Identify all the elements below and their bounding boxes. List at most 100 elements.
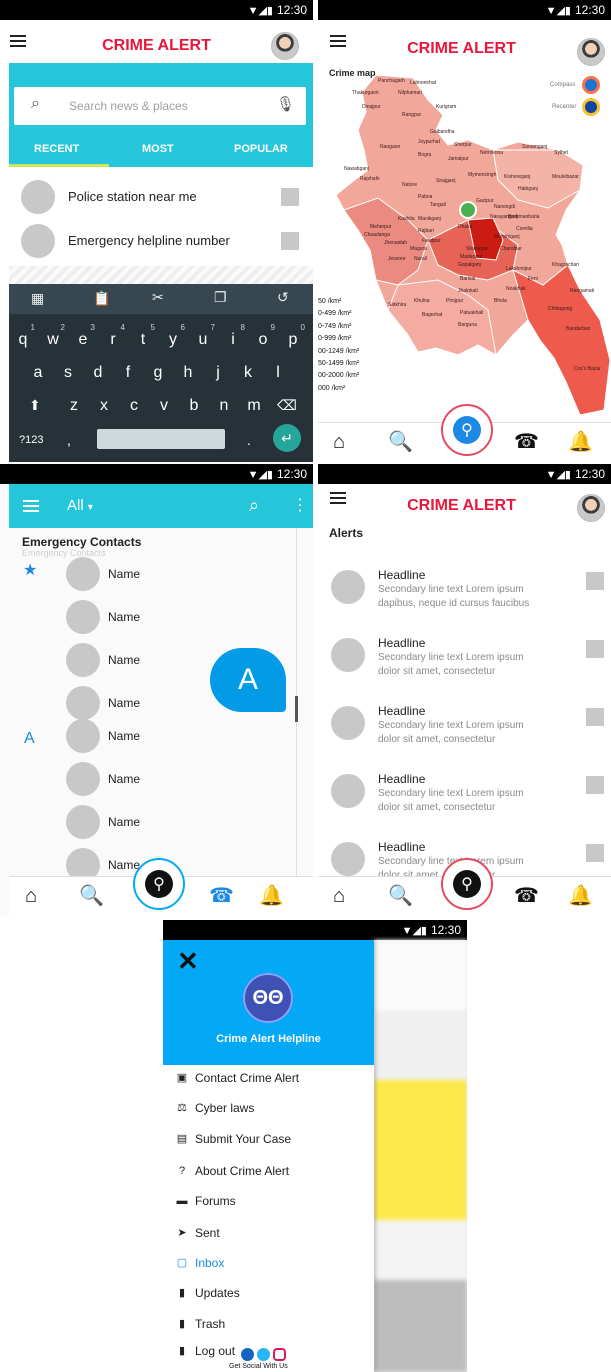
space-bar[interactable] bbox=[97, 429, 225, 449]
avatar[interactable] bbox=[577, 38, 605, 66]
table-row[interactable]: Name bbox=[66, 600, 206, 636]
drawer-item-cyber-laws[interactable]: ⚖ Cyber laws bbox=[175, 1099, 365, 1119]
key-c[interactable]: c bbox=[124, 397, 144, 415]
key-d[interactable]: d bbox=[88, 364, 108, 382]
location-fab[interactable]: ⚲ bbox=[441, 404, 493, 456]
drawer-item-inbox[interactable]: ▢ Inbox bbox=[175, 1254, 365, 1274]
drawer-item-updates[interactable]: ▮ Updates bbox=[175, 1284, 365, 1304]
list-item[interactable]: Headline Secondary line text Lorem ipsum d… bbox=[318, 698, 611, 758]
avatar[interactable] bbox=[577, 494, 605, 522]
drawer-item-submit-your-case[interactable]: ▤ Submit Your Case bbox=[175, 1130, 365, 1150]
key-a[interactable]: a bbox=[28, 364, 48, 382]
search-person-icon[interactable]: 🔍 bbox=[79, 885, 104, 907]
keypad-icon[interactable]: ▦ bbox=[31, 290, 44, 307]
key-u[interactable]: u7 bbox=[193, 323, 215, 349]
key-q[interactable]: q1 bbox=[13, 323, 35, 349]
drawer-item-about-crime-alert[interactable]: ? About Crime Alert bbox=[175, 1162, 365, 1182]
home-icon[interactable]: ⌂ bbox=[25, 885, 37, 907]
tab-recent[interactable]: RECENT bbox=[34, 143, 79, 155]
key-y[interactable]: y6 bbox=[163, 323, 185, 349]
alert-action-icon[interactable] bbox=[586, 708, 604, 726]
drawer-item-forums[interactable]: ▬ Forums bbox=[175, 1192, 365, 1212]
list-item[interactable]: Headline Secondary line text Lorem ipsum d… bbox=[318, 766, 611, 826]
table-row[interactable]: Name bbox=[66, 762, 206, 798]
crime-map[interactable]: Panchagarh Thakurgaon Nilphamari Lalmonirha… bbox=[318, 70, 611, 420]
table-row[interactable]: Name bbox=[66, 643, 206, 679]
shift-key[interactable]: ⬆ bbox=[29, 397, 41, 414]
key-x[interactable]: x bbox=[94, 397, 114, 415]
key-r[interactable]: r4 bbox=[103, 323, 125, 349]
more-icon[interactable]: ⋮ bbox=[292, 495, 308, 515]
key-w[interactable]: w2 bbox=[43, 323, 65, 349]
period-key[interactable]: . bbox=[247, 432, 251, 448]
table-row[interactable]: Name bbox=[66, 719, 206, 755]
key-z[interactable]: z bbox=[64, 397, 84, 415]
list-item[interactable]: Headline Secondary line text Lorem ipsum d… bbox=[318, 562, 611, 622]
key-p[interactable]: p0 bbox=[283, 323, 305, 349]
search-person-icon[interactable]: 🔍 bbox=[388, 431, 413, 453]
microphone-icon[interactable]: 🎙 bbox=[276, 95, 295, 113]
cut-icon[interactable]: ✂ bbox=[152, 289, 164, 306]
alert-icon[interactable]: 🔔 bbox=[568, 885, 593, 907]
facebook-icon[interactable] bbox=[241, 1348, 254, 1361]
key-k[interactable]: k bbox=[238, 364, 258, 382]
tab-most[interactable]: MOST bbox=[142, 143, 174, 155]
key-s[interactable]: s bbox=[58, 364, 78, 382]
table-row[interactable]: Name bbox=[66, 557, 206, 593]
list-item[interactable]: Police station near me bbox=[9, 178, 313, 216]
search-box[interactable]: ⌕ Search news & places 🎙 bbox=[14, 87, 306, 125]
copy-icon[interactable]: ❐ bbox=[214, 289, 227, 306]
twitter-icon[interactable] bbox=[257, 1348, 271, 1361]
key-v[interactable]: v bbox=[154, 397, 174, 415]
key-g[interactable]: g bbox=[148, 364, 168, 382]
alert-action-icon[interactable] bbox=[586, 640, 604, 658]
key-f[interactable]: f bbox=[118, 364, 138, 382]
drawer-item-trash[interactable]: ▮ Trash bbox=[175, 1315, 365, 1335]
location-fab[interactable]: ⚲ bbox=[441, 858, 493, 910]
comma-key[interactable]: , bbox=[67, 432, 71, 448]
close-icon[interactable]: ✕ bbox=[177, 946, 199, 977]
key-j[interactable]: j bbox=[208, 364, 228, 382]
table-row[interactable]: Name bbox=[66, 686, 206, 722]
contacts-icon[interactable]: ☎ bbox=[514, 885, 539, 907]
alert-icon[interactable]: 🔔 bbox=[259, 885, 284, 907]
undo-icon[interactable]: ↺ bbox=[277, 289, 289, 306]
list-item[interactable]: Emergency helpline number bbox=[9, 222, 313, 260]
home-icon[interactable]: ⌂ bbox=[333, 431, 345, 453]
alert-action-icon[interactable] bbox=[586, 572, 604, 590]
suggestion-action-icon[interactable] bbox=[281, 188, 299, 206]
key-e[interactable]: e3 bbox=[73, 323, 95, 349]
search-person-icon[interactable]: 🔍 bbox=[388, 885, 413, 907]
list-item[interactable]: Headline Secondary line text Lorem ipsum d… bbox=[318, 630, 611, 690]
suggestion-action-icon[interactable] bbox=[281, 232, 299, 250]
drawer-item-sent[interactable]: ➤ Sent bbox=[175, 1224, 365, 1244]
alert-action-icon[interactable] bbox=[586, 776, 604, 794]
search-icon[interactable]: ⌕ bbox=[249, 495, 259, 516]
contacts-icon[interactable]: ☎ bbox=[514, 431, 539, 453]
table-row[interactable]: Name bbox=[66, 805, 206, 841]
alert-action-icon[interactable] bbox=[586, 844, 604, 862]
menu-icon[interactable] bbox=[23, 500, 39, 512]
key-n[interactable]: n bbox=[214, 397, 234, 415]
key-o[interactable]: o9 bbox=[253, 323, 275, 349]
avatar[interactable] bbox=[271, 32, 299, 60]
tab-popular[interactable]: POPULAR bbox=[234, 143, 288, 155]
contacts-icon[interactable]: ☎ bbox=[209, 885, 234, 907]
location-fab[interactable]: ⚲ bbox=[133, 858, 185, 910]
key-l[interactable]: l bbox=[268, 364, 288, 382]
scrollbar[interactable] bbox=[295, 696, 298, 722]
alert-icon[interactable]: 🔔 bbox=[568, 431, 593, 453]
key-m[interactable]: m bbox=[244, 397, 264, 415]
key-i[interactable]: i8 bbox=[223, 323, 245, 349]
key-t[interactable]: t5 bbox=[133, 323, 155, 349]
enter-key[interactable]: ↵ bbox=[273, 424, 301, 452]
drawer-item-contact-crime-alert[interactable]: ▣ Contact Crime Alert bbox=[175, 1069, 365, 1089]
key-h[interactable]: h bbox=[178, 364, 198, 382]
search-input[interactable]: Search news & places bbox=[69, 99, 188, 113]
home-icon[interactable]: ⌂ bbox=[333, 885, 345, 907]
instagram-icon[interactable] bbox=[273, 1348, 287, 1361]
symbols-key[interactable]: ?123 bbox=[19, 434, 43, 446]
clipboard-icon[interactable]: 📋 bbox=[93, 290, 110, 307]
key-b[interactable]: b bbox=[184, 397, 204, 415]
filter-dropdown[interactable]: All ▾ bbox=[67, 497, 93, 514]
